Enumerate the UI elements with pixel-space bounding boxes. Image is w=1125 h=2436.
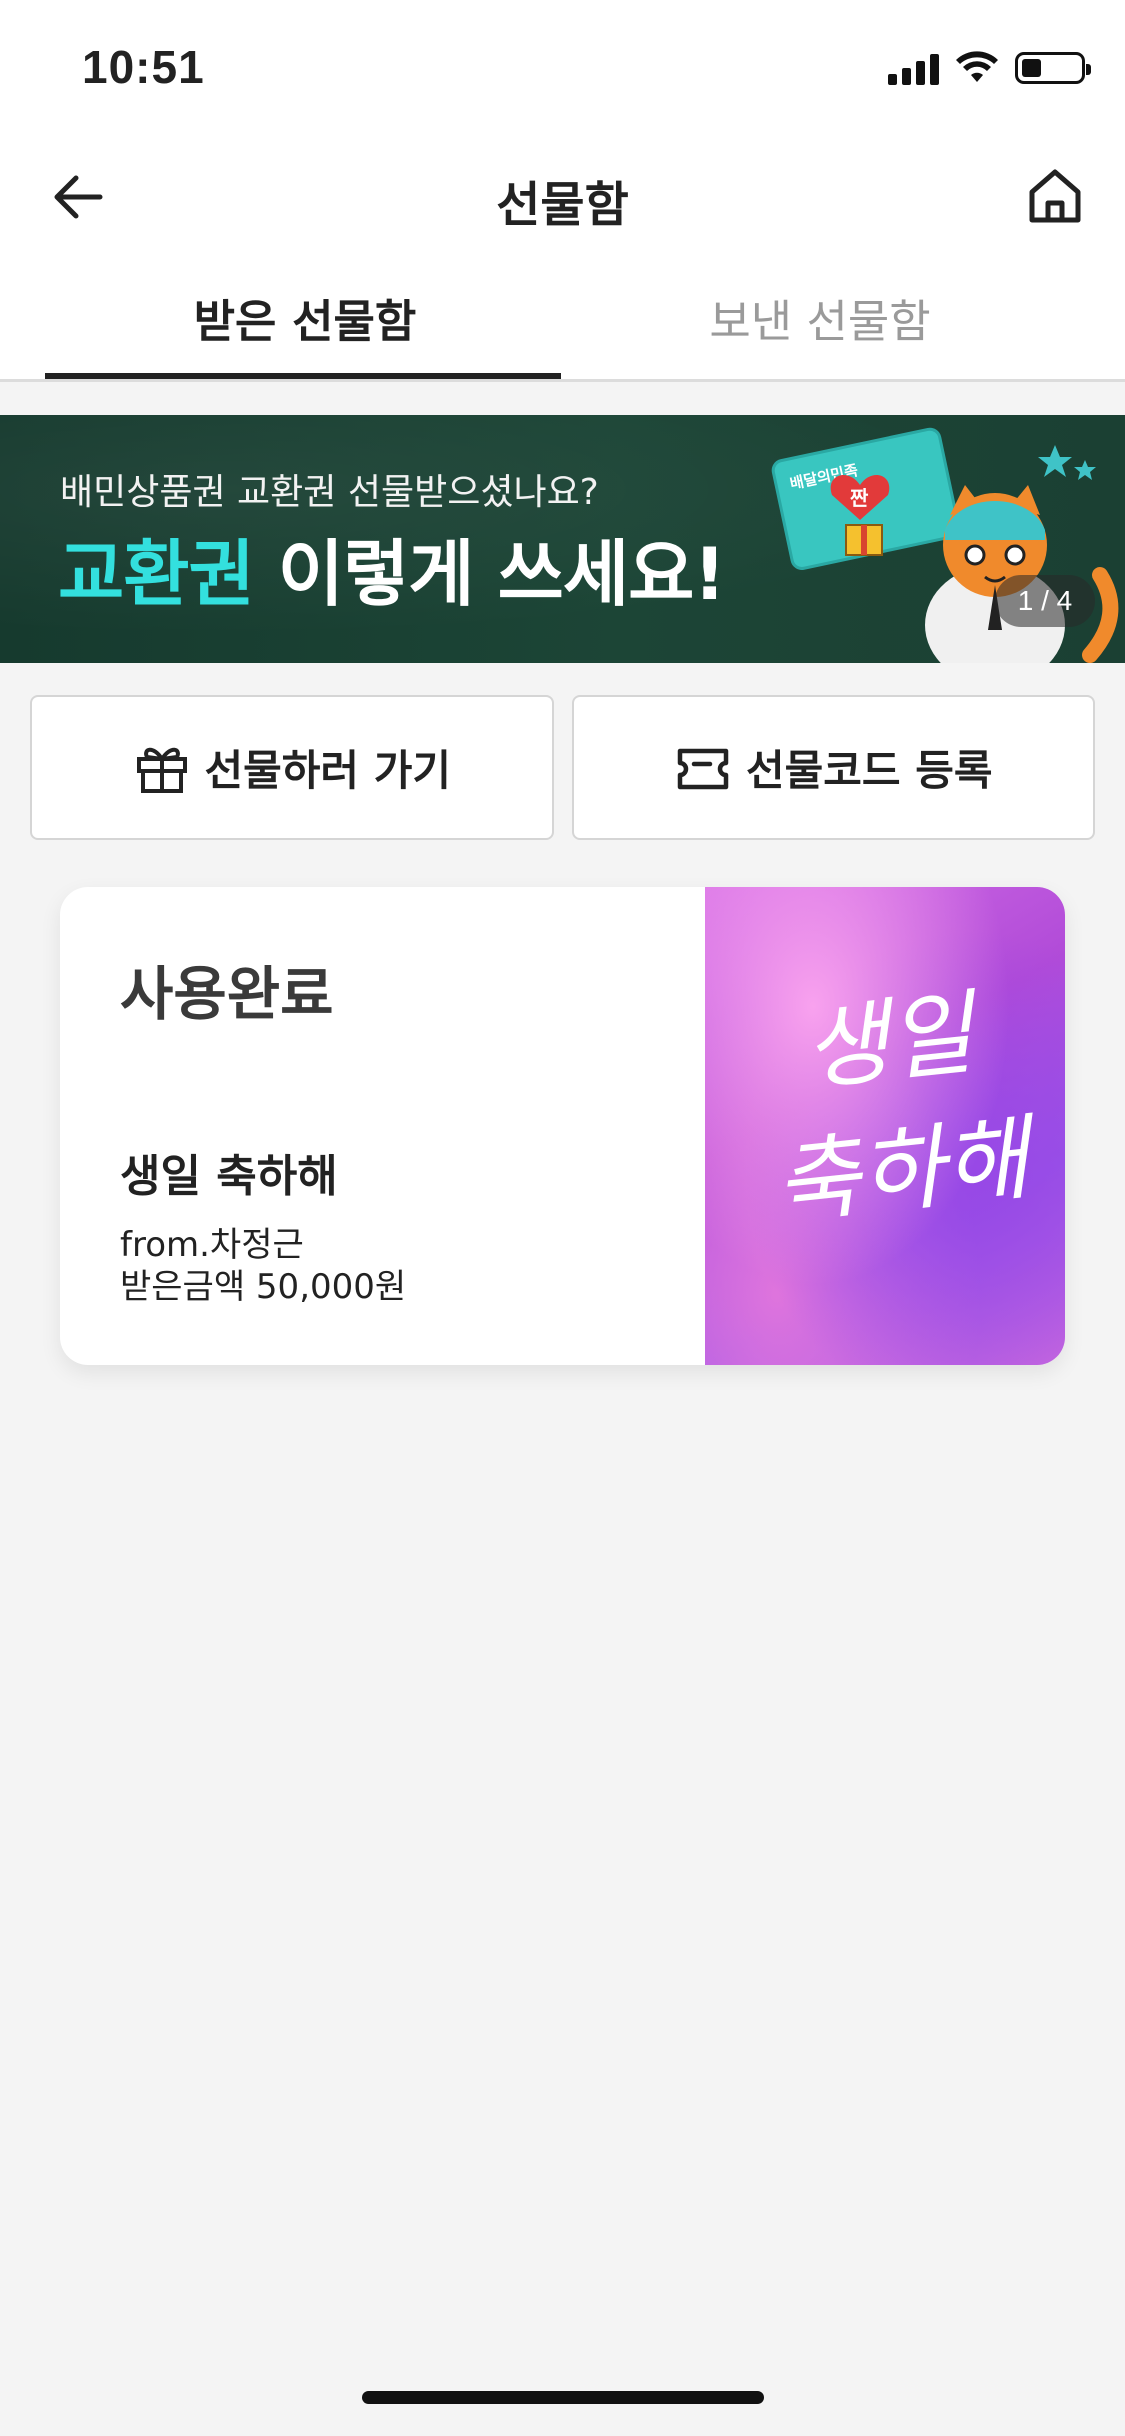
tab-sent-gifts[interactable]: 보낸 선물함: [560, 255, 1080, 379]
active-tab-indicator: [45, 373, 561, 379]
gift-card-image: 생일 축하해: [705, 887, 1065, 1365]
register-code-label: 선물코드 등록: [746, 746, 993, 795]
battery-icon: [1015, 52, 1091, 84]
register-gift-code-button[interactable]: 선물코드 등록: [571, 695, 1095, 840]
status-bar: 10:51: [0, 0, 1125, 135]
action-buttons: 선물하러 가기 선물코드 등록: [30, 695, 1095, 840]
gift-icon: [136, 747, 187, 793]
gift-card[interactable]: 사용완료 생일 축하해 from.차정근 받은금액 50,000원 생일 축하해: [60, 887, 1065, 1365]
banner-subtitle: 배민상품권 교환권 선물받으셨나요?: [60, 472, 599, 513]
page-title: 선물함: [496, 177, 629, 233]
cellular-signal-icon: [888, 51, 939, 85]
ticket-icon: [677, 748, 729, 789]
promo-banner[interactable]: 배민상품권 교환권 선물받으셨나요? 교환권 이렇게 쓰세요! 배달의민족 짠 …: [0, 415, 1125, 663]
gift-title: 생일 축하해: [120, 1151, 338, 1202]
send-gift-button[interactable]: 선물하러 가기: [30, 695, 554, 840]
status-time: 10:51: [82, 41, 205, 93]
status-icons: [888, 48, 1091, 88]
nav-header: 선물함: [0, 135, 1125, 255]
send-gift-label: 선물하러 가기: [204, 746, 451, 795]
banner-headline-accent: 교환권: [58, 532, 255, 616]
tab-received-gifts[interactable]: 받은 선물함: [45, 255, 565, 379]
home-indicator: [362, 2391, 764, 2404]
banner-sticker-label: 짠: [850, 486, 869, 510]
banner-headline: 교환권 이렇게 쓰세요!: [58, 515, 726, 620]
wifi-icon: [956, 51, 998, 82]
home-button[interactable]: [1015, 161, 1095, 231]
gift-status: 사용완료: [120, 960, 334, 1028]
banner-page-counter: 1 / 4: [995, 575, 1095, 627]
gift-card-image-text: 생일 축하해: [769, 979, 1034, 1238]
home-icon: [1029, 169, 1081, 223]
banner-headline-rest: 이렇게 쓰세요!: [253, 532, 726, 616]
gift-amount: 받은금액 50,000원: [120, 1267, 407, 1307]
gift-box-tabs: 받은 선물함 보낸 선물함: [0, 255, 1125, 382]
